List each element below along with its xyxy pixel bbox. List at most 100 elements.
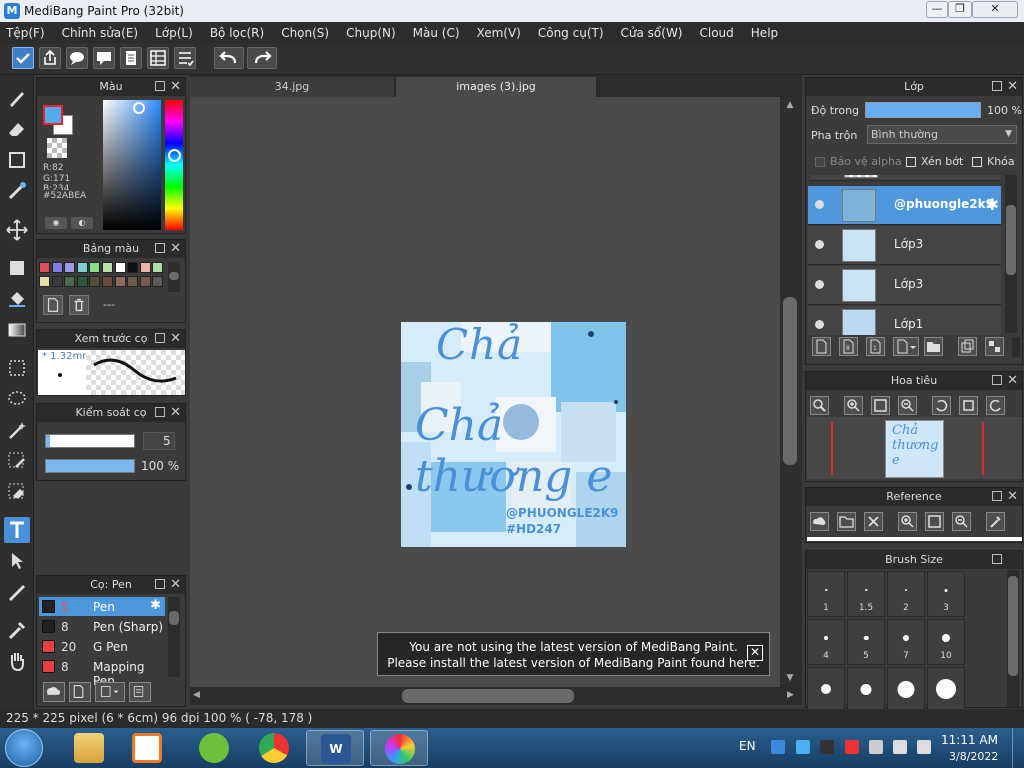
menu-select[interactable]: Chọn(S) <box>281 26 329 40</box>
layer-row[interactable]: @phuongle2k9 ✱ <box>808 186 1001 225</box>
canvas-horizontal-scrollbar[interactable]: ◀ ▶ <box>190 687 802 705</box>
undo-icon[interactable] <box>214 47 244 69</box>
layer-row[interactable]: Lớp1 <box>808 306 1001 335</box>
brush-size-cell[interactable] <box>847 667 885 713</box>
merge-layer-icon[interactable] <box>985 337 1004 356</box>
layer-row[interactable]: Lớp3 <box>808 266 1001 305</box>
menu-filter[interactable]: Bộ lọc(R) <box>210 26 264 40</box>
gear-icon[interactable]: ✱ <box>150 598 161 613</box>
eye-icon[interactable] <box>815 240 824 249</box>
brush-size-cell[interactable]: 10 <box>927 619 965 665</box>
share-icon[interactable] <box>39 47 61 69</box>
text-tool-icon[interactable] <box>4 517 30 543</box>
popout-icon[interactable] <box>992 554 1002 564</box>
taskbar-chrome[interactable] <box>245 730 303 766</box>
popout-icon[interactable] <box>155 579 165 589</box>
rotate-left-icon[interactable] <box>932 396 951 415</box>
palette-color-swatch[interactable] <box>127 262 139 273</box>
scroll-up-icon[interactable]: ▲ <box>782 100 798 110</box>
zoom-in-icon[interactable] <box>898 512 917 531</box>
menu-file[interactable]: Tệp(F) <box>6 26 45 40</box>
taskbar-media-player[interactable] <box>118 730 176 766</box>
protect-alpha-checkbox[interactable] <box>815 157 825 167</box>
tray-app-icon[interactable] <box>771 740 785 754</box>
menu-window[interactable]: Cửa sổ(W) <box>621 26 683 40</box>
move-tool-icon[interactable] <box>4 217 30 243</box>
close-icon[interactable]: ✕ <box>747 645 763 661</box>
menu-snap[interactable]: Chụp(N) <box>346 26 396 40</box>
eye-icon[interactable] <box>815 280 824 289</box>
duplicate-layer-icon[interactable] <box>958 337 977 356</box>
close-button[interactable]: ✕ <box>972 1 1018 18</box>
minimize-button[interactable]: — <box>926 1 948 18</box>
brush-size-cell[interactable]: 4 <box>807 619 845 665</box>
brush-size-cell[interactable] <box>887 667 925 713</box>
clipping-checkbox[interactable] <box>906 157 916 167</box>
popout-icon[interactable] <box>992 81 1002 91</box>
canvas-vscroll-thumb[interactable] <box>783 297 797 465</box>
tab-images-3-jpg[interactable]: images (3).jpg <box>396 77 596 97</box>
palette-color-swatch[interactable] <box>64 262 76 273</box>
close-icon[interactable]: ✕ <box>170 404 181 422</box>
brush-size-cell[interactable] <box>807 667 845 713</box>
divide-tool-icon[interactable] <box>4 579 30 605</box>
brush-size-cell[interactable]: 1.5 <box>847 571 885 617</box>
zoom-icon[interactable] <box>810 396 829 415</box>
palette-color-swatch[interactable] <box>76 262 88 273</box>
close-icon[interactable]: ✕ <box>1007 372 1018 390</box>
taskbar-medibang[interactable] <box>370 730 428 766</box>
layer-opacity-slider[interactable] <box>865 102 981 118</box>
palette-color-swatch[interactable] <box>76 276 88 287</box>
brush-size-slider[interactable] <box>45 434 135 448</box>
reset-view-icon[interactable] <box>959 396 978 415</box>
palette-color-swatch[interactable] <box>152 276 164 287</box>
palette-color-swatch[interactable] <box>114 276 126 287</box>
menu-tools[interactable]: Công cụ(T) <box>538 26 604 40</box>
hand-tool-icon[interactable] <box>4 648 30 674</box>
tray-flag-icon[interactable] <box>917 740 931 754</box>
update-notification-line2[interactable]: Please install the latest version of Med… <box>378 655 769 671</box>
close-icon[interactable]: ✕ <box>170 240 181 258</box>
brush-item-pen[interactable]: 5 Pen ✱ <box>39 597 165 616</box>
brush-size-cell[interactable]: 5 <box>847 619 885 665</box>
popout-icon[interactable] <box>992 375 1002 385</box>
menu-cloud[interactable]: Cloud <box>700 26 734 40</box>
brush-menu-icon[interactable] <box>95 682 125 702</box>
close-icon[interactable]: ✕ <box>170 576 181 594</box>
canvas-vertical-scrollbar[interactable]: ▲ ▼ <box>780 97 802 687</box>
bucket-tool-icon[interactable] <box>4 286 30 312</box>
menu-help[interactable]: Help <box>751 26 778 40</box>
brush-size-scrollbar[interactable] <box>1007 570 1019 707</box>
brush-size-value[interactable]: 5 <box>163 434 171 448</box>
select-pen-tool-icon[interactable] <box>4 448 30 474</box>
close-icon[interactable]: ✕ <box>1007 78 1018 96</box>
palette-color-swatch[interactable] <box>51 262 63 273</box>
palette-color-swatch[interactable] <box>39 262 50 273</box>
layer-tools-scrollbar[interactable] <box>1012 337 1020 357</box>
show-desktop-button[interactable] <box>1012 728 1024 768</box>
close-icon[interactable]: ✕ <box>1007 488 1018 506</box>
eyedropper-icon[interactable] <box>986 512 1005 531</box>
palette-color-swatch[interactable] <box>64 276 76 287</box>
lock-checkbox[interactable] <box>972 157 982 167</box>
tray-volume-icon[interactable] <box>893 740 907 754</box>
close-reference-icon[interactable] <box>864 512 883 531</box>
scroll-left-icon[interactable]: ◀ <box>193 690 200 700</box>
tray-antivirus-icon[interactable] <box>845 740 859 754</box>
brush-item-g-pen[interactable]: 20 G Pen <box>39 637 165 656</box>
brush-size-cell[interactable]: 7 <box>887 619 925 665</box>
maximize-button[interactable]: ❐ <box>948 1 972 18</box>
palette-color-swatch[interactable] <box>127 276 139 287</box>
taskbar-explorer[interactable] <box>60 730 118 766</box>
input-language[interactable]: EN <box>739 739 756 753</box>
close-icon[interactable]: ✕ <box>170 78 181 96</box>
cloud-save-icon[interactable] <box>12 47 34 69</box>
palette-color-swatch[interactable] <box>139 262 151 273</box>
brush-tool-icon[interactable] <box>4 85 30 111</box>
brush-settings-icon[interactable] <box>129 682 151 702</box>
color-swap-icon[interactable]: ◐ <box>71 217 93 229</box>
color-wheel-icon[interactable]: ◉ <box>45 217 67 229</box>
magic-wand-tool-icon[interactable] <box>4 417 30 443</box>
zoom-out-icon[interactable] <box>898 396 917 415</box>
comment-icon[interactable] <box>66 47 88 69</box>
